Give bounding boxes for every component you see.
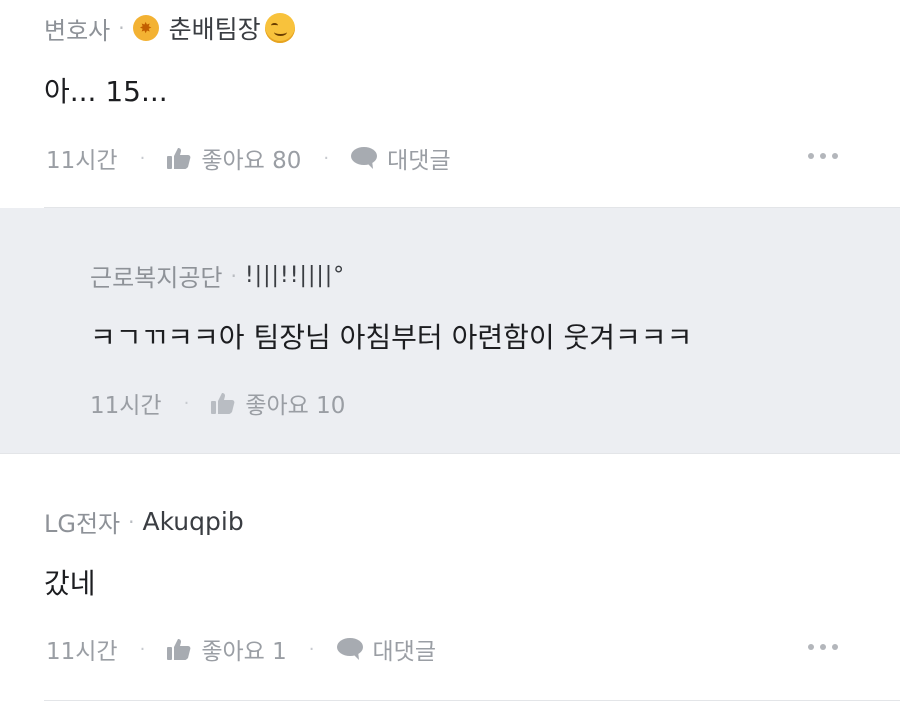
reply-comment: 근로복지공단 · !|||!!||||° ㅋㄱㄲㅋㅋ아 팀장님 아침부터 아련함… (0, 208, 900, 454)
author-company: 변호사 (44, 16, 111, 45)
more-icon[interactable] (808, 153, 838, 159)
comment: 변호사 · ✸ 춘배팀장 아... 15... 11시간 · 좋아요 80 · … (0, 0, 900, 208)
like-button[interactable]: 좋아요 80 (201, 141, 301, 175)
speech-bubble-icon[interactable] (336, 638, 363, 660)
thumbs-up-icon[interactable] (167, 638, 191, 660)
reply-button[interactable]: 대댓글 (373, 632, 436, 666)
separator-dot: · (139, 147, 146, 169)
comment-actions: 11시간 · 좋아요 80 · 대댓글 (46, 141, 451, 175)
author-company: 근로복지공단 (90, 264, 223, 292)
separator-dot: · (308, 638, 315, 660)
comment-actions: 11시간 · 좋아요 1 · 대댓글 (46, 632, 436, 666)
separator-dot: · (323, 147, 330, 169)
comment-actions: 11시간 · 좋아요 10 (90, 386, 345, 420)
comment-time: 11시간 (46, 639, 118, 665)
separator-dot: · (118, 16, 125, 40)
like-button[interactable]: 좋아요 1 (201, 632, 286, 666)
comment-time: 11시간 (46, 148, 118, 174)
reply-button[interactable]: 대댓글 (387, 141, 450, 175)
separator-dot: · (230, 263, 237, 288)
thumbs-up-icon[interactable] (167, 147, 191, 169)
divider (44, 700, 900, 701)
separator-dot: · (128, 509, 135, 534)
author-nickname[interactable]: 춘배팀장 (169, 10, 261, 46)
author-company: LG전자 (44, 510, 121, 538)
author-nickname[interactable]: Akuqpib (143, 507, 244, 536)
like-button[interactable]: 좋아요 10 (245, 386, 345, 420)
separator-dot: · (139, 638, 146, 660)
more-icon[interactable] (808, 644, 838, 650)
separator-dot: · (183, 392, 190, 414)
comment: LG전자 · Akuqpib 갔네 11시간 · 좋아요 1 · 대댓글 (0, 454, 900, 714)
comment-text: ㅋㄱㄲㅋㅋ아 팀장님 아침부터 아련함이 웃겨ㅋㅋㅋ (90, 321, 693, 354)
comment-header: 근로복지공단 · !|||!!||||° (90, 258, 345, 293)
author-nickname[interactable]: !|||!!||||° (245, 263, 345, 288)
badge-icon: ✸ (132, 15, 159, 41)
smirk-emoji-icon (264, 13, 295, 43)
comment-text: 아... 15... (44, 75, 168, 108)
comment-time: 11시간 (90, 393, 162, 419)
comment-header: LG전자 · Akuqpib (44, 504, 244, 539)
speech-bubble-icon[interactable] (351, 147, 378, 169)
comment-text: 갔네 (44, 567, 96, 600)
comment-header: 변호사 · ✸ 춘배팀장 (44, 10, 295, 46)
thumbs-up-icon[interactable] (211, 392, 235, 414)
